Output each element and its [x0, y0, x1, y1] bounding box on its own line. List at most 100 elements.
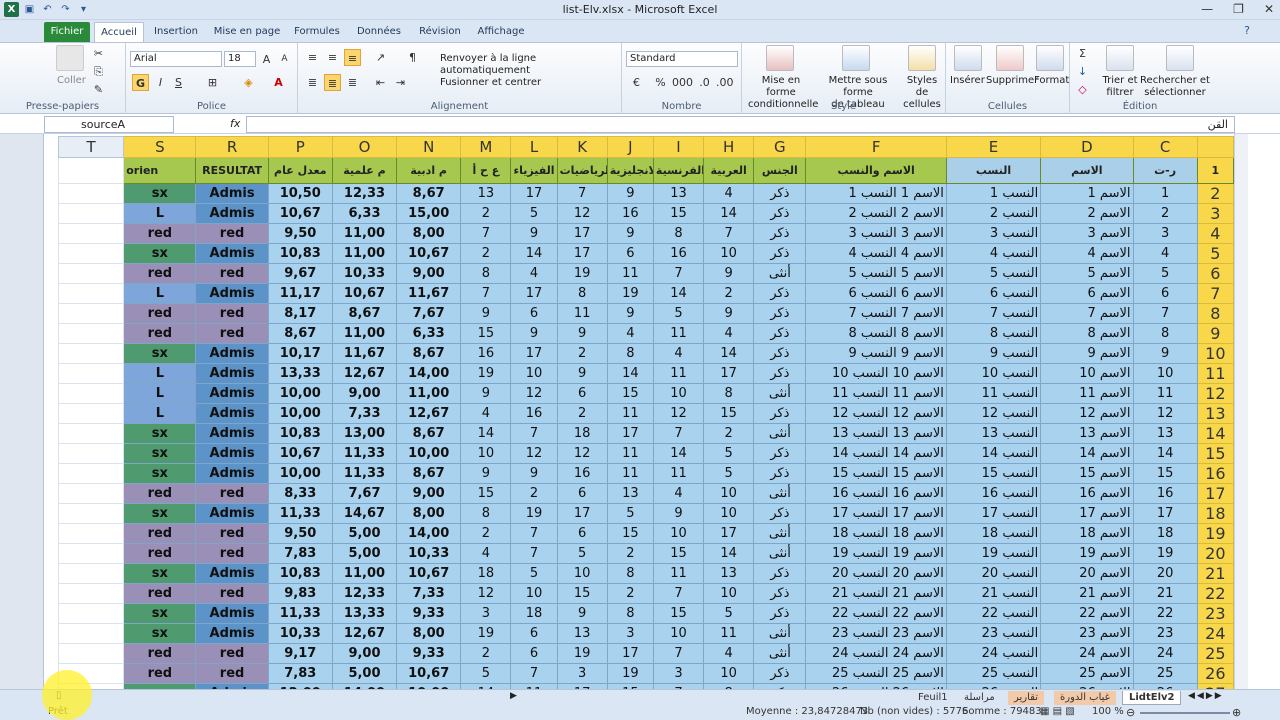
data-cell[interactable]: 18: [556, 423, 608, 444]
result-cell[interactable]: Admis: [195, 243, 269, 264]
find-select-button[interactable]: Rechercher et sélectionner: [1140, 75, 1210, 99]
data-cell[interactable]: الاسم 17 النسب 17: [805, 503, 947, 524]
data-cell[interactable]: 9: [510, 223, 558, 244]
data-cell[interactable]: 21: [1132, 583, 1198, 604]
sheet-nav-icon[interactable]: ◀◀▶▶: [1188, 691, 1224, 701]
data-cell[interactable]: 1: [1132, 183, 1198, 204]
copy-icon[interactable]: ⎘: [90, 63, 107, 80]
data-cell[interactable]: ذكر: [753, 303, 807, 324]
data-cell[interactable]: 8,33: [267, 483, 333, 504]
result-cell[interactable]: Admis: [195, 383, 269, 404]
data-cell[interactable]: 5,00: [331, 543, 398, 564]
align-left-icon[interactable]: ≣: [304, 74, 321, 91]
data-cell[interactable]: 10: [1132, 363, 1198, 384]
data-cell[interactable]: الاسم 10 النسب 10: [805, 363, 947, 384]
data-cell[interactable]: 9: [460, 303, 512, 324]
data-cell[interactable]: 7: [556, 183, 608, 204]
data-cell[interactable]: 11,33: [331, 463, 398, 484]
column-letter[interactable]: F: [805, 136, 947, 158]
data-cell[interactable]: 14: [703, 543, 755, 564]
align-top-icon[interactable]: ≡: [304, 49, 321, 66]
data-cell[interactable]: 6: [510, 303, 558, 324]
data-cell[interactable]: 10: [703, 243, 755, 264]
data-cell[interactable]: النسب 9: [945, 343, 1042, 364]
data-cell[interactable]: 10,00: [267, 403, 333, 424]
data-cell[interactable]: ذكر: [753, 463, 807, 484]
column-letter[interactable]: L: [510, 136, 558, 158]
data-cell[interactable]: النسب 10: [945, 363, 1042, 384]
shrink-font-icon[interactable]: A: [276, 51, 293, 68]
data-cell[interactable]: النسب 24: [945, 643, 1042, 664]
data-cell[interactable]: النسب 11: [945, 383, 1042, 404]
data-cell[interactable]: ذكر: [753, 403, 807, 424]
orientation-cell[interactable]: sx: [123, 343, 197, 364]
empty-cell[interactable]: [58, 263, 125, 284]
data-cell[interactable]: ذكر: [753, 243, 807, 264]
data-cell[interactable]: 6: [556, 483, 608, 504]
data-cell[interactable]: أنثى: [753, 423, 807, 444]
data-cell[interactable]: 2: [556, 343, 608, 364]
data-cell[interactable]: الاسم 25 النسب 25: [805, 663, 947, 684]
data-cell[interactable]: 10: [703, 503, 755, 524]
data-cell[interactable]: الاسم 2: [1040, 203, 1134, 224]
percent-icon[interactable]: %: [652, 74, 669, 91]
orientation-cell[interactable]: red: [123, 303, 197, 324]
data-cell[interactable]: 14,00: [396, 523, 462, 544]
data-cell[interactable]: ذكر: [753, 583, 807, 604]
orientation-cell[interactable]: sx: [123, 563, 197, 584]
data-cell[interactable]: 14: [703, 203, 755, 224]
row-number[interactable]: 3: [1196, 203, 1234, 224]
data-cell[interactable]: النسب 13: [945, 423, 1042, 444]
column-letter[interactable]: C: [1132, 136, 1198, 158]
data-cell[interactable]: النسب 25: [945, 663, 1042, 684]
column-letter[interactable]: S: [123, 136, 197, 158]
tab-fichier[interactable]: Fichier: [44, 22, 90, 42]
data-cell[interactable]: 4: [460, 403, 512, 424]
data-cell[interactable]: 22: [1132, 603, 1198, 624]
data-cell[interactable]: 3: [652, 663, 705, 684]
data-cell[interactable]: 5: [703, 463, 755, 484]
data-cell[interactable]: 5,00: [331, 663, 398, 684]
data-cell[interactable]: 2: [460, 243, 512, 264]
orientation-cell[interactable]: red: [123, 643, 197, 664]
font-name-select[interactable]: Arial: [130, 51, 222, 67]
sort-filter-icon[interactable]: [1106, 45, 1134, 71]
data-cell[interactable]: الاسم 22 النسب 22: [805, 603, 947, 624]
orientation-cell[interactable]: red: [123, 523, 197, 544]
result-cell[interactable]: Admis: [195, 423, 269, 444]
data-cell[interactable]: 20: [1132, 563, 1198, 584]
data-cell[interactable]: 19: [556, 263, 608, 284]
data-cell[interactable]: 14,67: [331, 503, 398, 524]
data-cell[interactable]: 13,00: [331, 423, 398, 444]
data-cell[interactable]: 17: [510, 283, 558, 304]
data-cell[interactable]: 11: [606, 463, 654, 484]
result-cell[interactable]: Admis: [195, 183, 269, 204]
data-cell[interactable]: 14: [1132, 443, 1198, 464]
data-cell[interactable]: 13: [652, 183, 705, 204]
result-cell[interactable]: Admis: [195, 563, 269, 584]
result-cell[interactable]: Admis: [195, 283, 269, 304]
data-cell[interactable]: 23: [1132, 623, 1198, 644]
data-cell[interactable]: 4: [703, 323, 755, 344]
data-cell[interactable]: 11,00: [331, 323, 398, 344]
data-cell[interactable]: 11,67: [396, 283, 462, 304]
data-cell[interactable]: 6: [510, 623, 558, 644]
orientation-cell[interactable]: sx: [123, 443, 197, 464]
data-cell[interactable]: 18: [1132, 523, 1198, 544]
spreadsheet-grid[interactable]: T S R P O N M L K J I H G F E D Corien RESULTAT معدل عام م …: [58, 136, 1234, 689]
data-cell[interactable]: 8: [556, 283, 608, 304]
empty-cell[interactable]: [58, 323, 125, 344]
data-cell[interactable]: 12,67: [396, 403, 462, 424]
cell-styles-icon[interactable]: [908, 45, 936, 71]
data-cell[interactable]: 8: [460, 503, 512, 524]
column-letter[interactable]: M: [460, 136, 512, 158]
data-cell[interactable]: 4: [510, 263, 558, 284]
data-cell[interactable]: النسب 19: [945, 543, 1042, 564]
data-cell[interactable]: 9,50: [267, 223, 333, 244]
row-number[interactable]: 4: [1196, 223, 1234, 244]
data-cell[interactable]: 8: [652, 223, 705, 244]
column-letter[interactable]: H: [703, 136, 755, 158]
data-cell[interactable]: 11,17: [267, 283, 333, 304]
row-number[interactable]: 16: [1196, 463, 1234, 484]
data-cell[interactable]: 10: [556, 563, 608, 584]
